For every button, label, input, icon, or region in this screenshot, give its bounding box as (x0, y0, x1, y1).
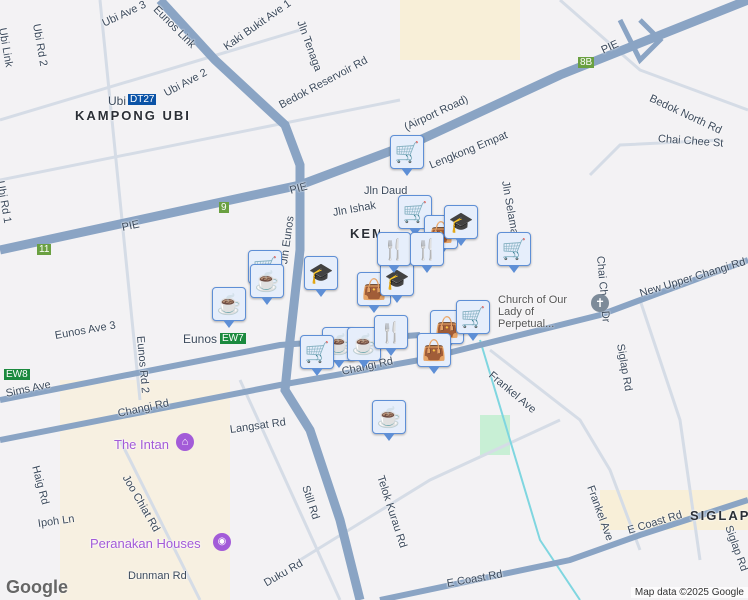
cart-icon: 🛒 (460, 306, 486, 329)
area-label: SIGLAP (690, 508, 748, 523)
station-name: Eunos (183, 332, 218, 346)
station-code-badge[interactable]: EW7 (220, 333, 246, 344)
exit-badge: 11 (37, 244, 52, 255)
shopping-bag-marker[interactable]: 👜 (417, 333, 451, 374)
cart-marker[interactable]: 🛒 (390, 135, 424, 176)
cart-icon: 🛒 (394, 141, 420, 164)
cart-icon: 🛒 (304, 341, 330, 364)
google-logo: Google (6, 577, 68, 597)
cart-marker[interactable]: 🛒 (497, 232, 531, 273)
coffee-icon: ☕ (351, 333, 377, 356)
attribution[interactable]: Map data ©2025 Google (630, 587, 748, 598)
cart-marker[interactable]: 🛒 (456, 300, 490, 341)
coffee-marker[interactable]: ☕ (372, 400, 406, 441)
cart-marker[interactable]: 🛒 (300, 335, 334, 376)
cart-icon: 🛒 (501, 238, 527, 261)
museum-icon[interactable]: ⌂ (176, 433, 194, 451)
graduation-cap-icon: 🎓 (448, 211, 474, 234)
utensils-icon: 🍴 (414, 238, 440, 261)
coffee-icon: ☕ (376, 406, 402, 429)
utensils-icon: 🍴 (381, 238, 407, 261)
coffee-marker[interactable]: ☕ (212, 287, 246, 328)
exit-badge: 9 (219, 202, 229, 213)
graduation-cap-marker[interactable]: 🎓 (444, 205, 478, 246)
graduation-cap-icon: 🎓 (308, 262, 334, 285)
poi-church[interactable]: Church of Our Lady of Perpetual... (498, 294, 588, 330)
area-label: KEMBANGAN (350, 226, 380, 241)
station-code-badge[interactable]: DT27 (128, 94, 157, 105)
exit-badge: 8B (578, 57, 595, 68)
utensils-marker[interactable]: 🍴 (374, 315, 408, 356)
area-label: KAMPONG UBI (75, 108, 191, 123)
utensils-marker[interactable]: 🍴 (410, 232, 444, 273)
station-code-badge[interactable]: EW8 (4, 369, 30, 380)
coffee-icon: ☕ (216, 293, 242, 316)
camera-icon[interactable]: ◉ (213, 533, 231, 551)
road-label: Dunman Rd (128, 570, 187, 582)
shopping-bag-icon: 👜 (421, 339, 447, 362)
coffee-marker[interactable]: ☕ (250, 264, 284, 305)
poi-peranakan-houses[interactable]: Peranakan Houses (90, 536, 201, 551)
utensils-icon: 🍴 (378, 321, 404, 344)
poi-the-intan[interactable]: The Intan (114, 437, 169, 452)
station-name: Ubi (108, 94, 127, 108)
utensils-marker[interactable]: 🍴 (377, 232, 411, 273)
coffee-icon: ☕ (254, 270, 280, 293)
church-icon[interactable]: ✝ (591, 294, 609, 312)
graduation-cap-marker[interactable]: 🎓 (304, 256, 338, 297)
